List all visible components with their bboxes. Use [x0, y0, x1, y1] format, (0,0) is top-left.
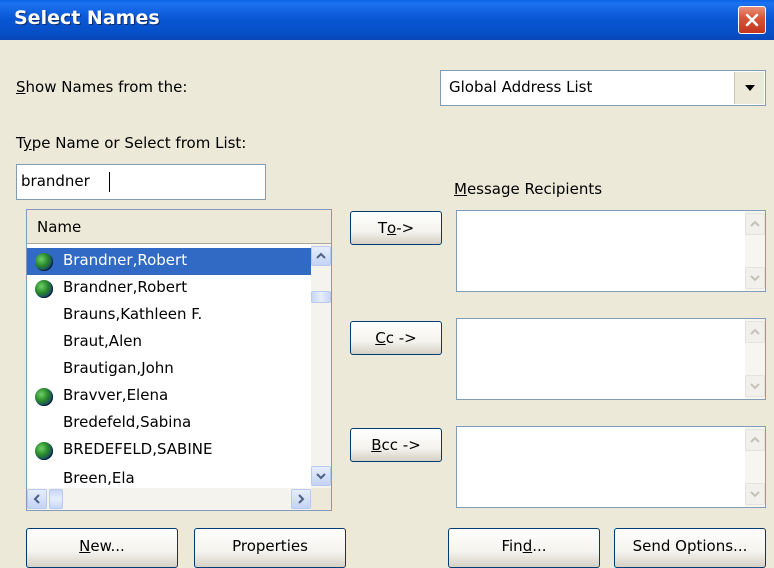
bcc-recipients-field[interactable] — [456, 426, 766, 508]
vertical-scrollbar[interactable] — [311, 244, 331, 488]
horizontal-scroll-thumb[interactable] — [49, 489, 63, 509]
chevron-down-icon — [750, 491, 760, 498]
type-name-label: Type Name or Select from List: — [16, 134, 247, 152]
chevron-up-icon — [316, 252, 326, 259]
scroll-left-button[interactable] — [27, 489, 47, 509]
cc-button[interactable]: Cc -> — [350, 321, 442, 355]
show-names-label: Show Names from the: — [16, 78, 188, 96]
list-item[interactable]: Bravver,Elena — [27, 383, 311, 410]
scroll-thumb[interactable] — [311, 291, 331, 303]
chevron-down-icon — [750, 383, 760, 390]
scroll-down-button — [745, 267, 765, 289]
list-item[interactable]: BREDEFELD,SABINE — [27, 437, 311, 464]
new-button[interactable]: New... — [26, 528, 178, 568]
globe-icon — [35, 280, 53, 298]
to-scrollbar — [745, 211, 765, 291]
to-button[interactable]: To -> — [350, 211, 442, 245]
dropdown-button[interactable] — [734, 72, 764, 104]
name-column-header[interactable]: Name — [27, 210, 331, 244]
title-bar: Select Names — [0, 0, 774, 40]
horizontal-scrollbar[interactable] — [27, 488, 311, 510]
close-icon — [745, 13, 759, 27]
name-search-value: brandner — [21, 172, 90, 190]
globe-icon — [35, 253, 53, 271]
address-list-value: Global Address List — [449, 78, 593, 96]
bcc-scrollbar — [745, 427, 765, 507]
message-recipients-label: Message Recipients — [454, 180, 603, 198]
list-item[interactable]: Brandner,Robert — [27, 248, 311, 275]
bcc-button[interactable]: Bcc -> — [350, 428, 442, 462]
list-item[interactable]: Braut,Alen — [27, 329, 311, 356]
list-item[interactable]: Brandner,Robert — [27, 275, 311, 302]
chevron-down-icon — [750, 275, 760, 282]
scroll-down-button[interactable] — [311, 466, 331, 486]
send-options-button[interactable]: Send Options... — [614, 528, 766, 568]
scroll-down-button — [745, 375, 765, 397]
cc-scrollbar — [745, 319, 765, 399]
chevron-up-icon — [750, 220, 760, 227]
chevron-up-icon — [750, 328, 760, 335]
scroll-down-button — [745, 483, 765, 505]
chevron-up-icon — [750, 436, 760, 443]
to-recipients-field[interactable] — [456, 210, 766, 292]
name-list[interactable]: Name Brandner,Robert Brandner,Robert Bra… — [26, 209, 332, 511]
list-item[interactable]: Brauns,Kathleen F. — [27, 302, 311, 329]
scroll-right-button[interactable] — [291, 489, 311, 509]
chevron-down-icon — [316, 473, 326, 480]
chevron-right-icon — [298, 494, 305, 504]
close-button[interactable] — [738, 6, 766, 34]
list-item[interactable]: Bredefeld,Sabina — [27, 410, 311, 437]
globe-icon — [35, 442, 53, 460]
scrollbar-corner — [311, 488, 331, 510]
triangle-down-icon — [744, 85, 755, 91]
scroll-up-button — [745, 321, 765, 343]
name-list-body: Brandner,Robert Brandner,Robert Brauns,K… — [27, 244, 311, 488]
chevron-left-icon — [33, 494, 40, 504]
globe-icon — [35, 388, 53, 406]
scroll-up-button[interactable] — [311, 246, 331, 266]
list-item[interactable]: Brautigan,John — [27, 356, 311, 383]
list-item[interactable]: Breen,Ela — [27, 466, 311, 488]
cc-recipients-field[interactable] — [456, 318, 766, 400]
window-title: Select Names — [14, 7, 160, 29]
find-button[interactable]: Fin d... — [448, 528, 600, 568]
address-list-dropdown[interactable]: Global Address List — [440, 70, 766, 106]
properties-button[interactable]: Properties — [194, 528, 346, 568]
text-caret — [109, 172, 110, 192]
scroll-up-button — [745, 213, 765, 235]
name-search-input[interactable]: brandner — [16, 164, 266, 200]
scroll-up-button — [745, 429, 765, 451]
